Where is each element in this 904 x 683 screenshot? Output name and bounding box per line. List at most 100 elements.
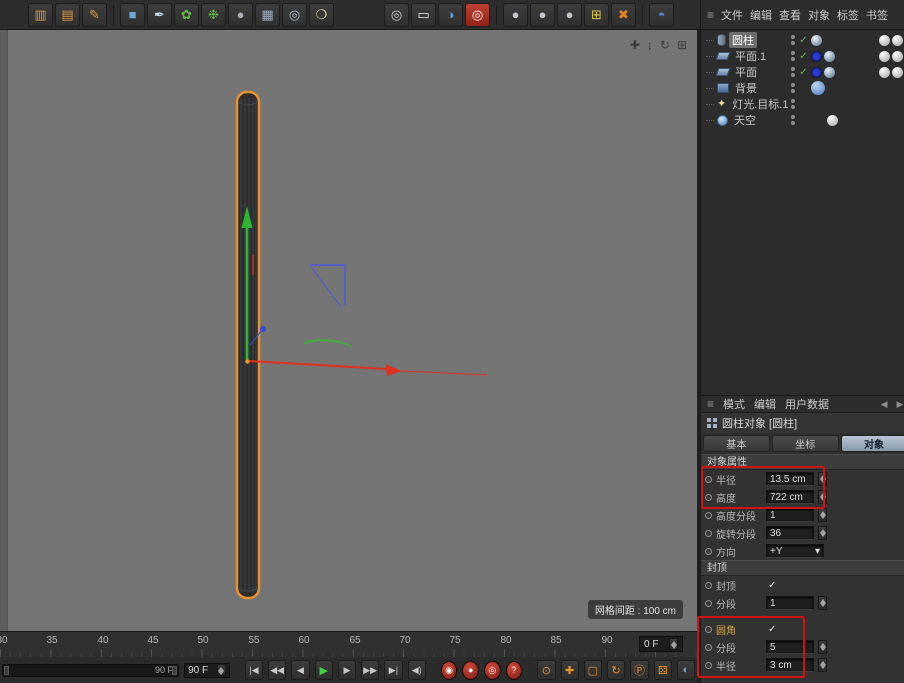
fillet-radius-stepper[interactable] (818, 658, 827, 672)
object-name[interactable]: 灯光.目标.1 (729, 96, 791, 112)
compositing-tag-icon[interactable] (811, 67, 822, 78)
menu-item-edit[interactable]: 编辑 (754, 396, 776, 412)
object-name[interactable]: 天空 (731, 112, 759, 128)
object-name[interactable]: 平面.1 (732, 48, 769, 64)
current-frame-field[interactable]: 0 F (639, 636, 683, 652)
keyframe-filter-toggle[interactable]: ⊙ (537, 660, 555, 680)
enabled-check-icon[interactable]: ✓ (798, 35, 808, 46)
sound-toggle-button[interactable]: ◀) (408, 660, 426, 680)
animation-dot-icon[interactable] (705, 476, 712, 483)
animation-dot-icon[interactable] (705, 548, 712, 555)
green-spline[interactable] (304, 340, 351, 346)
fillet-segments-stepper[interactable] (818, 640, 827, 654)
material-sphere-3-icon[interactable]: ● (557, 3, 582, 27)
render-view-icon[interactable]: ▥ (28, 3, 53, 27)
menu-item-bookmarks[interactable]: 书签 (866, 7, 888, 23)
cap-segments-stepper[interactable] (818, 596, 827, 610)
visibility-dots[interactable] (791, 51, 795, 61)
prev-frame-button[interactable]: ◀ (291, 660, 309, 680)
metaball-object-icon[interactable]: ● (228, 3, 253, 27)
fillet-checkbox[interactable]: ✓ (768, 624, 776, 635)
animation-dot-icon[interactable] (705, 626, 712, 633)
caps-checkbox[interactable]: ✓ (768, 580, 776, 591)
object-row-light-target[interactable]: ✦ 灯光.目标.1 (701, 96, 904, 112)
object-name[interactable]: 背景 (732, 80, 760, 96)
rotate-icon[interactable]: ↻ (660, 38, 670, 52)
material-tag-icon[interactable] (879, 51, 890, 62)
material-tag-icon[interactable] (892, 35, 903, 46)
record-scale-toggle[interactable]: ▢ (584, 660, 602, 680)
menu-item-userdata[interactable]: 用户数据 (785, 396, 829, 412)
autokey-button[interactable]: ● (462, 661, 479, 680)
x-axis-arrowhead[interactable] (386, 365, 402, 377)
record-rotation-toggle[interactable]: ↻ (607, 660, 625, 680)
height-segments-stepper[interactable] (818, 508, 827, 522)
edit-render-settings-icon[interactable]: ✎ (82, 3, 107, 27)
menu-item-objects[interactable]: 对象 (808, 7, 830, 23)
object-origin[interactable] (245, 359, 249, 363)
scene-objects-icon[interactable]: ▦ (255, 3, 280, 27)
object-row-cylinder[interactable]: 圆柱 ✓ (701, 32, 904, 48)
visibility-dots[interactable] (791, 115, 795, 125)
animation-dot-icon[interactable] (705, 662, 712, 669)
record-parameter-toggle[interactable]: Ⓟ (630, 660, 648, 680)
radius-stepper[interactable] (818, 472, 827, 486)
visibility-dots[interactable] (791, 99, 795, 109)
range-end-knob[interactable] (172, 666, 177, 675)
material-tag-icon[interactable] (879, 35, 890, 46)
material-tag-icon[interactable] (879, 67, 890, 78)
animation-dot-icon[interactable] (705, 600, 712, 607)
phong-tag-icon[interactable] (824, 67, 835, 78)
rotation-segments-stepper[interactable] (818, 526, 827, 540)
object-row-background[interactable]: 背景 (701, 80, 904, 96)
next-key-button[interactable]: ▶▶ (361, 660, 379, 680)
record-position-toggle[interactable]: ✚ (561, 660, 579, 680)
orientation-dropdown[interactable]: +Y ▾ (766, 544, 824, 558)
array-object-icon[interactable]: ❉ (201, 3, 226, 27)
compositing-tag-icon[interactable] (811, 51, 822, 62)
timeline-ruler[interactable]: 30 35 40 45 50 55 60 65 70 75 80 85 90 0… (0, 631, 697, 657)
snap-toggle[interactable]: ◐ (677, 660, 695, 680)
panel-menu-icon[interactable]: ≡ (707, 8, 714, 22)
enabled-check-icon[interactable]: ✓ (798, 67, 808, 78)
height-segments-field[interactable]: 1 (766, 508, 814, 522)
object-row-plane[interactable]: 平面 ✓ (701, 64, 904, 80)
object-name[interactable]: 圆柱 (729, 32, 757, 48)
toggle-views-icon[interactable]: ⊞ (677, 38, 687, 52)
tab-coordinates[interactable]: 坐标 (772, 435, 839, 452)
light-target-spline[interactable] (310, 265, 345, 305)
object-row-plane1[interactable]: 平面.1 ✓ (701, 48, 904, 64)
viewport[interactable]: ✚ ↕ ↻ ⊞ 网格间距 : 100 cm (0, 30, 697, 631)
height-stepper[interactable] (818, 490, 827, 504)
panel-menu-icon[interactable]: ≡ (707, 397, 714, 411)
object-row-sky[interactable]: 天空 (701, 112, 904, 128)
cube-primitive-icon[interactable]: ■ (120, 3, 145, 27)
visibility-dots[interactable] (791, 35, 795, 45)
animation-dot-icon[interactable] (705, 644, 712, 651)
fillet-segments-field[interactable]: 5 (766, 640, 814, 654)
goto-start-button[interactable]: |◀ (245, 660, 263, 680)
menu-item-mode[interactable]: 模式 (723, 396, 745, 412)
x-axis-handle[interactable] (249, 361, 387, 369)
interactive-render-icon[interactable]: ◑ (438, 3, 463, 27)
viewport-canvas[interactable] (8, 30, 697, 631)
material-tag-icon[interactable] (892, 51, 903, 62)
phong-tag-icon[interactable] (811, 35, 822, 46)
animation-dot-icon[interactable] (705, 494, 712, 501)
enabled-check-icon[interactable]: ✓ (798, 51, 808, 62)
coordinates-manager-icon[interactable]: ⊞ (584, 3, 609, 27)
object-name[interactable]: 平面 (732, 64, 760, 80)
tab-basic[interactable]: 基本 (703, 435, 770, 452)
frame-viewport-icon[interactable]: ▭ (411, 3, 436, 27)
content-browser-icon[interactable]: ◓ (649, 3, 674, 27)
spline-pen-icon[interactable]: ✒ (147, 3, 172, 27)
light-object-icon[interactable]: ❍ (309, 3, 334, 27)
range-start-knob[interactable] (4, 666, 9, 675)
material-tag-icon[interactable] (811, 81, 825, 95)
history-forward-icon[interactable]: ▶ (897, 399, 904, 410)
material-tag-icon[interactable] (892, 67, 903, 78)
height-field[interactable]: 722 cm (766, 490, 814, 504)
visibility-dots[interactable] (791, 83, 795, 93)
menu-item-view[interactable]: 查看 (779, 7, 801, 23)
prev-key-button[interactable]: ◀◀ (268, 660, 286, 680)
